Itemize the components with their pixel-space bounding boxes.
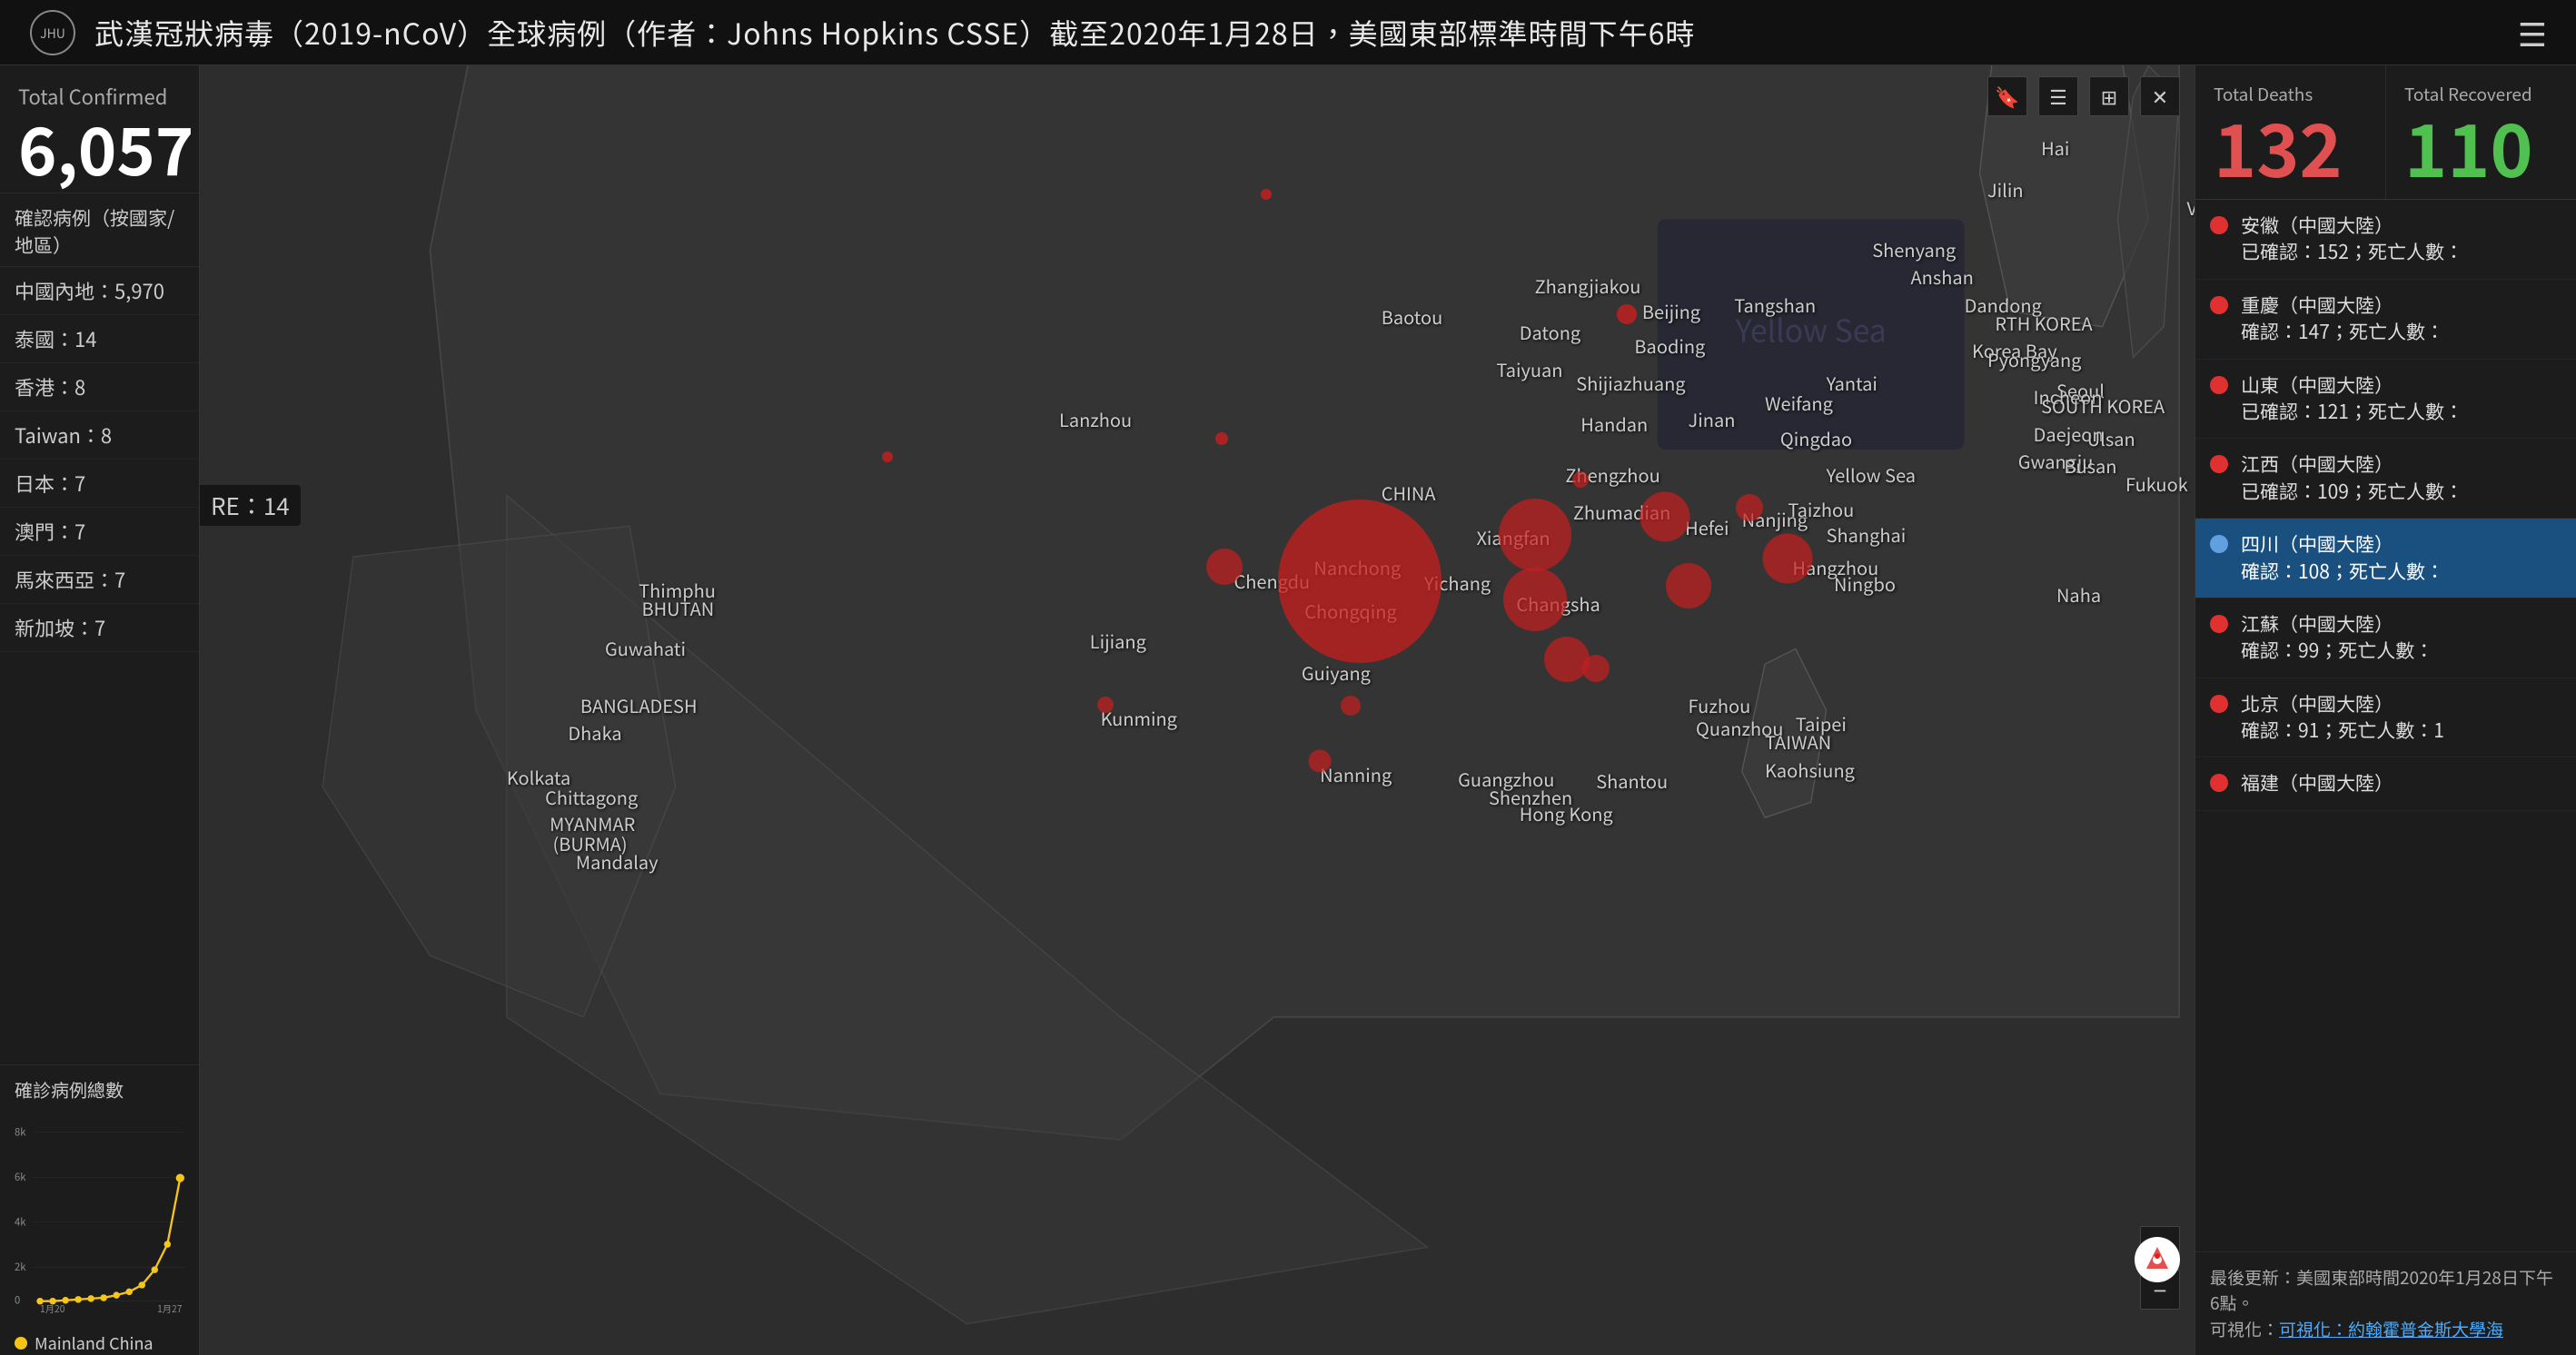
region-item[interactable]: 福建（中國大陸） (2195, 757, 2576, 810)
region-item[interactable]: 北京（中國大陸） 確認：91；死亡人數：1 (2195, 678, 2576, 758)
list-btn[interactable]: ☰ (2038, 76, 2078, 116)
region-text: 安徽（中國大陸） 已確認：152；死亡人數： (2241, 213, 2463, 266)
region-item[interactable]: 四川（中國大陸） 確認：108；死亡人數： (2195, 519, 2576, 598)
region-dot (2210, 774, 2228, 792)
update-note: 最後更新：美國東部時間2020年1月28日下午6點。 可視化：可視化：約翰霍普金… (2195, 1251, 2576, 1355)
deaths-number: 132 (2214, 110, 2367, 183)
region-text: 江蘇（中國大陸） 確認：99；死亡人數： (2241, 611, 2433, 665)
country-item[interactable]: Taiwan：8 (0, 411, 199, 460)
region-item[interactable]: 江西（中國大陸） 已確認：109；死亡人數： (2195, 439, 2576, 519)
region-item[interactable]: 山東（中國大陸） 已確認：121；死亡人數： (2195, 360, 2576, 440)
recovered-box: Total Recovered 110 (2386, 65, 2576, 199)
region-text: 山東（中國大陸） 已確認：121；死亡人數： (2241, 372, 2463, 426)
svg-text:6k: 6k (15, 1170, 26, 1184)
qr-btn[interactable]: ⊞ (2089, 76, 2129, 116)
country-item[interactable]: 日本：7 (0, 460, 199, 508)
svg-text:JHU: JHU (40, 25, 65, 43)
region-item[interactable]: 江蘇（中國大陸） 確認：99；死亡人數： (2195, 598, 2576, 678)
map-center: Yellow Sea HaiJilinShenyangAnshanDandong… (200, 65, 2195, 1355)
update-text: 最後更新：美國東部時間2020年1月28日下午6點。 (2210, 1265, 2553, 1316)
country-item[interactable]: 泰國：14 (0, 315, 199, 363)
confirmed-number: 6,057 (18, 114, 181, 180)
region-dot (2210, 455, 2228, 473)
region-dot (2210, 695, 2228, 713)
country-item[interactable]: 馬來西亞：7 (0, 556, 199, 604)
region-dot (2210, 535, 2228, 553)
region-text: 重慶（中國大陸） 確認：147；死亡人數： (2241, 292, 2444, 346)
deaths-box: Total Deaths 132 (2195, 65, 2386, 199)
country-item[interactable]: 新加坡：7 (0, 604, 199, 652)
region-text: 四川（中國大陸） 確認：108；死亡人數： (2241, 531, 2444, 585)
chart-title: 確診病例總數 (15, 1076, 184, 1103)
svg-text:Yellow Sea: Yellow Sea (1735, 307, 1887, 351)
region-dot (2210, 216, 2228, 234)
region-dot (2210, 376, 2228, 394)
chart-legend: Mainland China (15, 1331, 184, 1355)
arcgis-badge (2135, 1237, 2180, 1282)
region-text: 江西（中國大陸） 已確認：109；死亡人數： (2241, 451, 2463, 505)
svg-text:1月20: 1月20 (40, 1301, 65, 1315)
chart-area: 8k 6k 4k 2k 0 (15, 1110, 184, 1328)
jhu-logo: JHU (29, 9, 76, 56)
map-controls: 🔖 ☰ ⊞ ✕ (1987, 76, 2180, 116)
update-link[interactable]: 可視化：約翰霍普金斯大學海 (2279, 1317, 2503, 1341)
stats-row: Total Deaths 132 Total Recovered 110 (2195, 65, 2576, 200)
chart-section: 確診病例總數 8k 6k 4k 2k 0 (0, 1064, 199, 1355)
region-text: 福建（中國大陸） (2241, 770, 2393, 796)
region-text: 北京（中國大陸） 確認：91；死亡人數：1 (2241, 691, 2444, 745)
bookmark-btn[interactable]: 🔖 (1987, 76, 2027, 116)
country-item[interactable]: 中國內地：5,970 (0, 267, 199, 315)
legend-label-mainland: Mainland China (35, 1331, 154, 1355)
svg-text:2k: 2k (15, 1260, 26, 1274)
right-sidebar: Total Deaths 132 Total Recovered 110 安徽（… (2195, 65, 2576, 1355)
region-list: 安徽（中國大陸） 已確認：152；死亡人數： 重慶（中國大陸） 確認：147；死亡… (2195, 200, 2576, 1251)
country-item[interactable]: 澳門：7 (0, 508, 199, 556)
svg-text:8k: 8k (15, 1124, 26, 1139)
close-btn[interactable]: ✕ (2140, 76, 2180, 116)
country-list-header: 確認病例（按國家/地區） (0, 193, 199, 267)
confirmed-total-box: Total Confirmed 6,057 (0, 65, 199, 193)
menu-icon[interactable]: ☰ (2518, 9, 2547, 56)
region-item[interactable]: 重慶（中國大陸） 確認：147；死亡人數： (2195, 280, 2576, 360)
header-title: 武漢冠狀病毒（2019-nCoV）全球病例（作者：Johns Hopkins C… (94, 12, 2518, 54)
region-item[interactable]: 安徽（中國大陸） 已確認：152；死亡人數： (2195, 200, 2576, 280)
map-background: Yellow Sea (200, 65, 2195, 1355)
svg-text:4k: 4k (15, 1214, 26, 1229)
region-dot (2210, 296, 2228, 314)
header: JHU 武漢冠狀病毒（2019-nCoV）全球病例（作者：Johns Hopki… (0, 0, 2576, 65)
main-layout: Total Confirmed 6,057 確認病例（按國家/地區） 中國內地：… (0, 65, 2576, 1355)
region-dot (2210, 615, 2228, 633)
left-sidebar: Total Confirmed 6,057 確認病例（按國家/地區） 中國內地：… (0, 65, 200, 1355)
svg-text:1月27: 1月27 (157, 1301, 183, 1315)
svg-text:0: 0 (15, 1293, 20, 1308)
re-label: RE：14 (200, 485, 301, 526)
country-item[interactable]: 香港：8 (0, 363, 199, 411)
country-list: 中國內地：5,970泰國：14香港：8Taiwan：8日本：7澳門：7馬來西亞：… (0, 267, 199, 1064)
legend-dot-mainland (15, 1337, 27, 1350)
update-link-prefix: 可視化： (2210, 1317, 2279, 1341)
recovered-number: 110 (2404, 110, 2558, 183)
